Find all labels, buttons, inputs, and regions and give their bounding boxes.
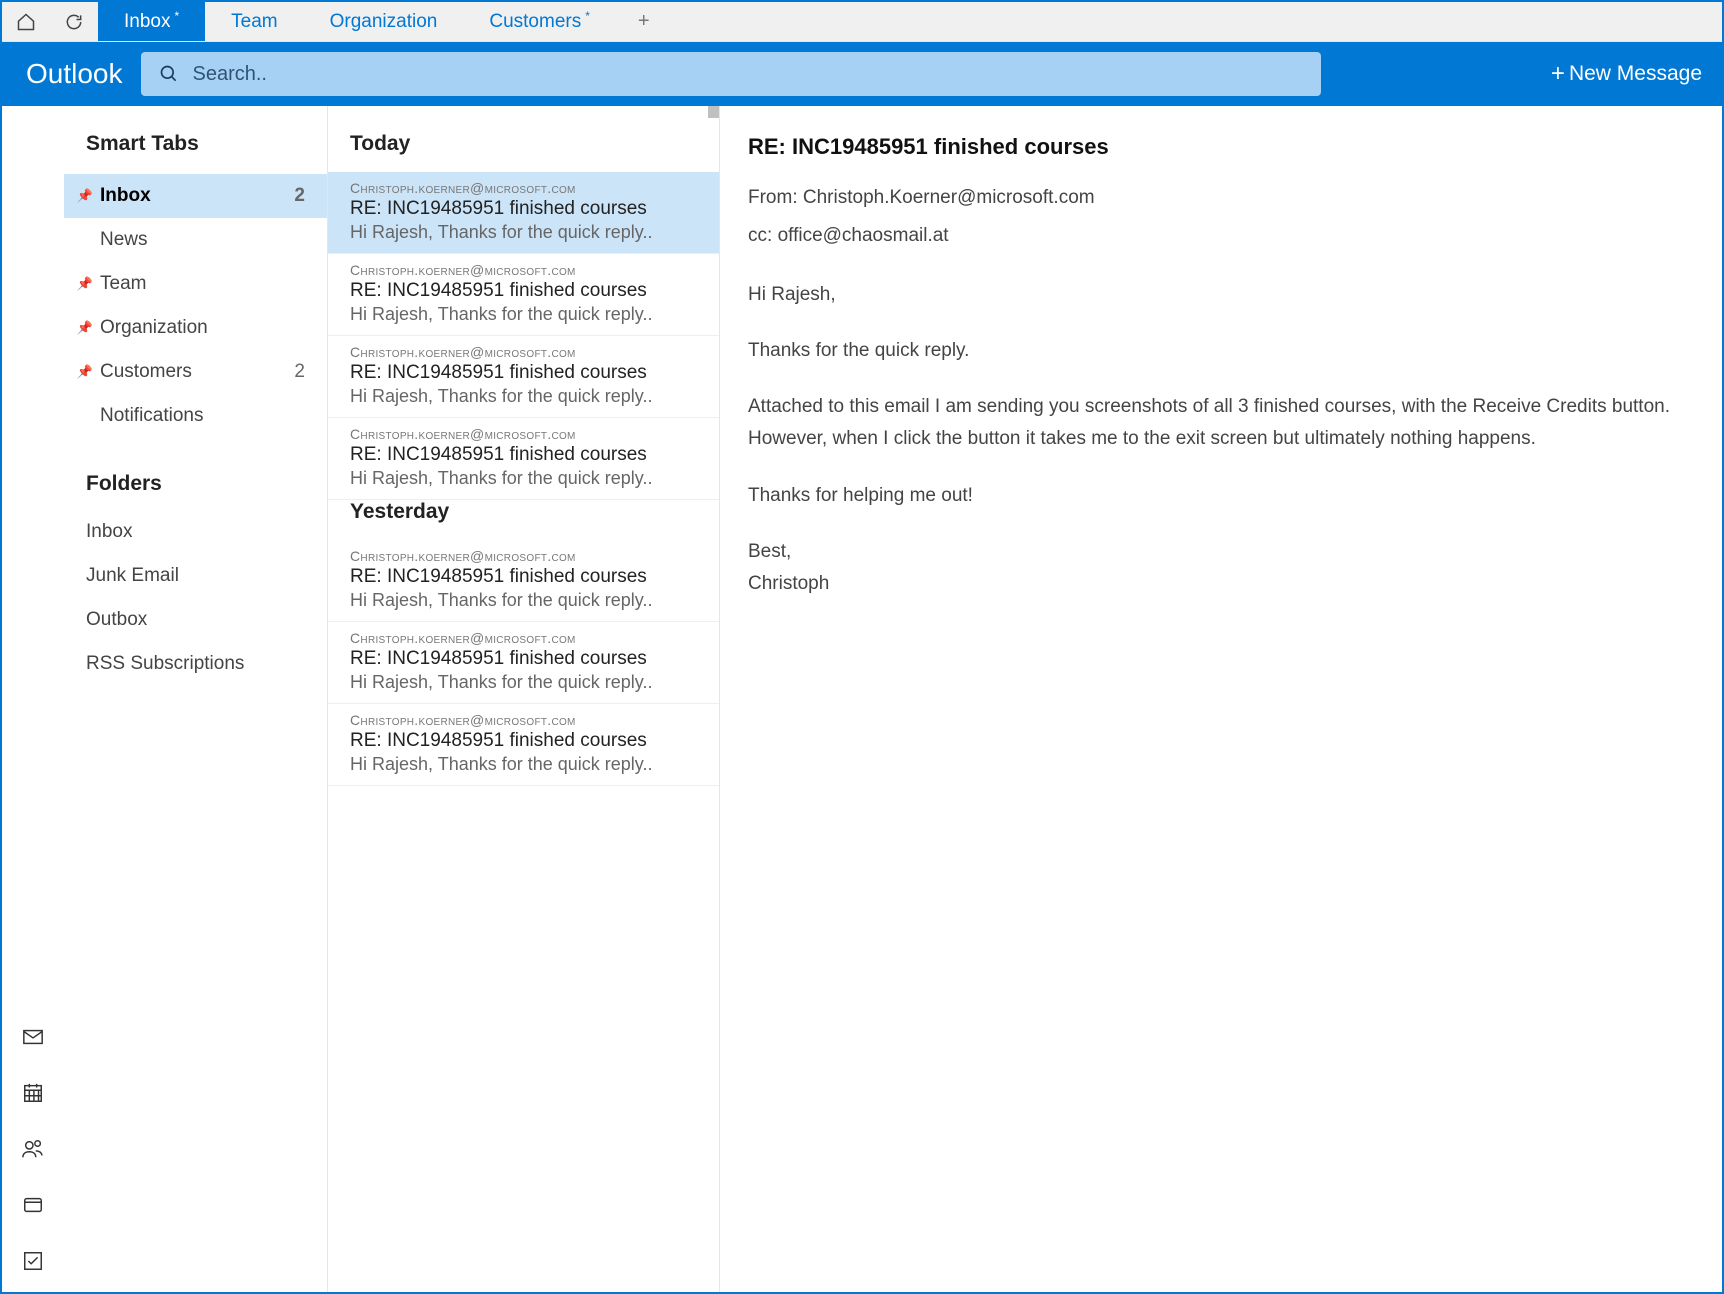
message-subject: RE: INC19485951 finished courses (350, 444, 697, 466)
folder-label: Junk Email (86, 565, 179, 587)
message-item[interactable]: Christoph.Koerner@microsoft.com RE: INC19… (328, 622, 719, 704)
reading-from: From: Christoph.Koerner@microsoft.com (748, 182, 1694, 214)
folder-outbox[interactable]: Outbox (64, 598, 327, 642)
tasks-icon[interactable] (22, 1250, 44, 1272)
message-subject: RE: INC19485951 finished courses (350, 362, 697, 384)
message-from: Christoph.Koerner@microsoft.com (350, 344, 697, 360)
tab-customers[interactable]: Customers * (463, 2, 616, 41)
message-item[interactable]: Christoph.Koerner@microsoft.com RE: INC19… (328, 172, 719, 254)
message-preview: Hi Rajesh, Thanks for the quick reply.. (350, 386, 697, 407)
people-icon[interactable] (22, 1138, 44, 1160)
dirty-indicator: * (174, 9, 179, 23)
sidebar-item-news[interactable]: 📌 News (64, 218, 327, 262)
sidebar-item-organization[interactable]: 📌 Organization (64, 306, 327, 350)
message-item[interactable]: Christoph.Koerner@microsoft.com RE: INC19… (328, 540, 719, 622)
sidebar-item-label: Organization (100, 317, 305, 339)
message-preview: Hi Rajesh, Thanks for the quick reply.. (350, 468, 697, 489)
pin-icon: 📌 (76, 320, 94, 336)
message-preview: Hi Rajesh, Thanks for the quick reply.. (350, 590, 697, 611)
message-subject: RE: INC19485951 finished courses (350, 730, 697, 752)
folder-inbox[interactable]: Inbox (64, 510, 327, 554)
message-group-header: Yesterday (328, 500, 719, 540)
main-area: Smart Tabs 📌 Inbox 2 📌 News 📌 Team 📌 Org… (2, 106, 1722, 1292)
message-list[interactable]: Today Christoph.Koerner@microsoft.com RE: … (328, 106, 720, 1292)
message-from: Christoph.Koerner@microsoft.com (350, 262, 697, 278)
message-subject: RE: INC19485951 finished courses (350, 566, 697, 588)
tab-inbox[interactable]: Inbox * (98, 2, 205, 41)
reading-cc: cc: office@chaosmail.at (748, 220, 1694, 252)
refresh-icon[interactable] (50, 2, 98, 41)
message-subject: RE: INC19485951 finished courses (350, 648, 697, 670)
message-item[interactable]: Christoph.Koerner@microsoft.com RE: INC19… (328, 254, 719, 336)
folder-label: RSS Subscriptions (86, 653, 244, 675)
message-from: Christoph.Koerner@microsoft.com (350, 630, 697, 646)
message-item[interactable]: Christoph.Koerner@microsoft.com RE: INC19… (328, 418, 719, 500)
message-preview: Hi Rajesh, Thanks for the quick reply.. (350, 754, 697, 775)
home-icon[interactable] (2, 2, 50, 41)
header-bar: Outlook + New Message (2, 42, 1722, 106)
new-message-button[interactable]: + New Message (1551, 62, 1702, 86)
tab-label: Organization (330, 11, 438, 33)
folder-junk[interactable]: Junk Email (64, 554, 327, 598)
calendar-icon[interactable] (22, 1082, 44, 1104)
search-icon (159, 64, 179, 84)
plus-icon: + (1551, 62, 1565, 86)
message-from: Christoph.Koerner@microsoft.com (350, 426, 697, 442)
tab-label: Inbox (124, 11, 170, 33)
dirty-indicator: * (585, 9, 590, 23)
tab-label: Team (231, 11, 277, 33)
folder-label: Inbox (86, 521, 132, 543)
sidebar-item-label: Notifications (100, 405, 305, 427)
tab-label: Customers (489, 11, 581, 33)
sidebar-item-count: 2 (294, 185, 305, 207)
sidebar-item-label: News (100, 229, 305, 251)
message-preview: Hi Rajesh, Thanks for the quick reply.. (350, 222, 697, 243)
sidebar: Smart Tabs 📌 Inbox 2 📌 News 📌 Team 📌 Org… (64, 106, 328, 1292)
message-from: Christoph.Koerner@microsoft.com (350, 712, 697, 728)
reading-pane: RE: INC19485951 finished courses From: C… (720, 106, 1722, 1292)
new-message-label: New Message (1569, 62, 1702, 86)
message-preview: Hi Rajesh, Thanks for the quick reply.. (350, 672, 697, 693)
message-subject: RE: INC19485951 finished courses (350, 198, 697, 220)
message-from: Christoph.Koerner@microsoft.com (350, 180, 697, 196)
message-item[interactable]: Christoph.Koerner@microsoft.com RE: INC19… (328, 336, 719, 418)
reading-body: Hi Rajesh, Thanks for the quick reply. A… (748, 279, 1694, 601)
sidebar-item-notifications[interactable]: 📌 Notifications (64, 394, 327, 438)
add-tab-button[interactable]: + (616, 2, 672, 41)
folder-rss[interactable]: RSS Subscriptions (64, 642, 327, 686)
mail-icon[interactable] (22, 1026, 44, 1048)
sidebar-item-team[interactable]: 📌 Team (64, 262, 327, 306)
reading-subject: RE: INC19485951 finished courses (748, 134, 1694, 160)
folder-label: Outbox (86, 609, 147, 631)
pin-icon: 📌 (76, 276, 94, 292)
pin-icon: 📌 (76, 364, 94, 380)
tab-organization[interactable]: Organization (304, 2, 464, 41)
search-box[interactable] (141, 52, 1321, 96)
sidebar-item-label: Inbox (100, 185, 294, 207)
folders-header: Folders (64, 438, 327, 510)
app-title: Outlook (26, 58, 123, 90)
pin-icon: 📌 (76, 188, 94, 204)
message-item[interactable]: Christoph.Koerner@microsoft.com RE: INC19… (328, 704, 719, 786)
sidebar-item-label: Customers (100, 361, 294, 383)
message-preview: Hi Rajesh, Thanks for the quick reply.. (350, 304, 697, 325)
sidebar-item-count: 2 (294, 361, 305, 383)
sidebar-item-label: Team (100, 273, 305, 295)
message-group-header: Today (328, 132, 719, 172)
scroll-thumb[interactable] (708, 106, 719, 118)
smart-tabs-header: Smart Tabs (64, 132, 327, 174)
sidebar-item-customers[interactable]: 📌 Customers 2 (64, 350, 327, 394)
search-input[interactable] (193, 63, 1303, 86)
message-subject: RE: INC19485951 finished courses (350, 280, 697, 302)
sidebar-item-inbox[interactable]: 📌 Inbox 2 (64, 174, 327, 218)
icon-rail (2, 106, 64, 1292)
tab-bar: Inbox * Team Organization Customers * + (2, 2, 1722, 42)
message-from: Christoph.Koerner@microsoft.com (350, 548, 697, 564)
window-icon[interactable] (22, 1194, 44, 1216)
tab-team[interactable]: Team (205, 2, 303, 41)
